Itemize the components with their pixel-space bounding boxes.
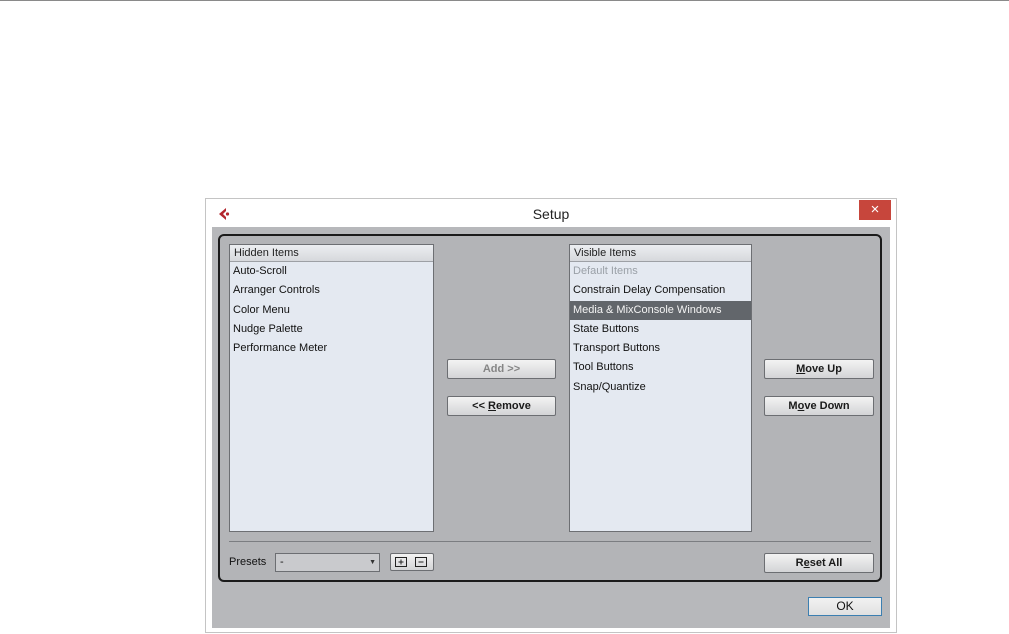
top-rule [0,0,1009,1]
hidden-items-header: Hidden Items [230,245,433,262]
presets-label: Presets [229,556,267,568]
list-item[interactable]: Media & MixConsole Windows [570,300,751,320]
visible-items-list[interactable]: Visible Items Default Items Constrain Del… [569,244,752,532]
close-icon: × [870,201,880,218]
dialog-body: Hidden Items Auto-Scroll Arranger Control… [212,227,890,628]
preset-actions [390,553,434,571]
items-panel: Hidden Items Auto-Scroll Arranger Control… [218,234,882,582]
list-item[interactable]: Constrain Delay Compensation [570,281,751,300]
setup-dialog: Setup × Hidden Items Auto-Scroll Arranger… [205,198,897,633]
list-item[interactable]: Tool Buttons [570,358,751,377]
list-item[interactable]: Color Menu [230,301,433,320]
ok-button[interactable]: OK [808,597,882,616]
window-title: Setup [532,206,570,222]
save-preset-icon[interactable] [395,557,407,567]
visible-items-header: Visible Items [570,245,751,262]
move-down-button[interactable]: Move Down [764,396,874,416]
reset-all-button[interactable]: Reset All [764,553,874,573]
presets-value: - [280,556,284,568]
remove-button[interactable]: << Remove [447,396,556,416]
list-item[interactable]: Performance Meter [230,339,433,358]
list-item[interactable]: State Buttons [570,320,751,339]
move-up-button[interactable]: Move Up [764,359,874,379]
list-item[interactable]: Arranger Controls [230,281,433,300]
chevron-down-icon: ▼ [369,559,376,566]
list-item: Default Items [573,265,638,277]
remove-preset-icon[interactable] [415,557,427,567]
list-item[interactable]: Nudge Palette [230,320,433,339]
close-button[interactable]: × [859,200,891,220]
list-item[interactable]: Transport Buttons [570,339,751,358]
presets-dropdown[interactable]: - ▼ [275,553,380,572]
list-item[interactable]: Snap/Quantize [570,378,751,397]
hidden-items-list[interactable]: Hidden Items Auto-Scroll Arranger Control… [229,244,434,532]
separator [229,541,871,542]
list-item[interactable]: Auto-Scroll [230,262,433,281]
add-button[interactable]: Add >> [447,359,556,379]
title-bar: Setup × [206,199,896,229]
